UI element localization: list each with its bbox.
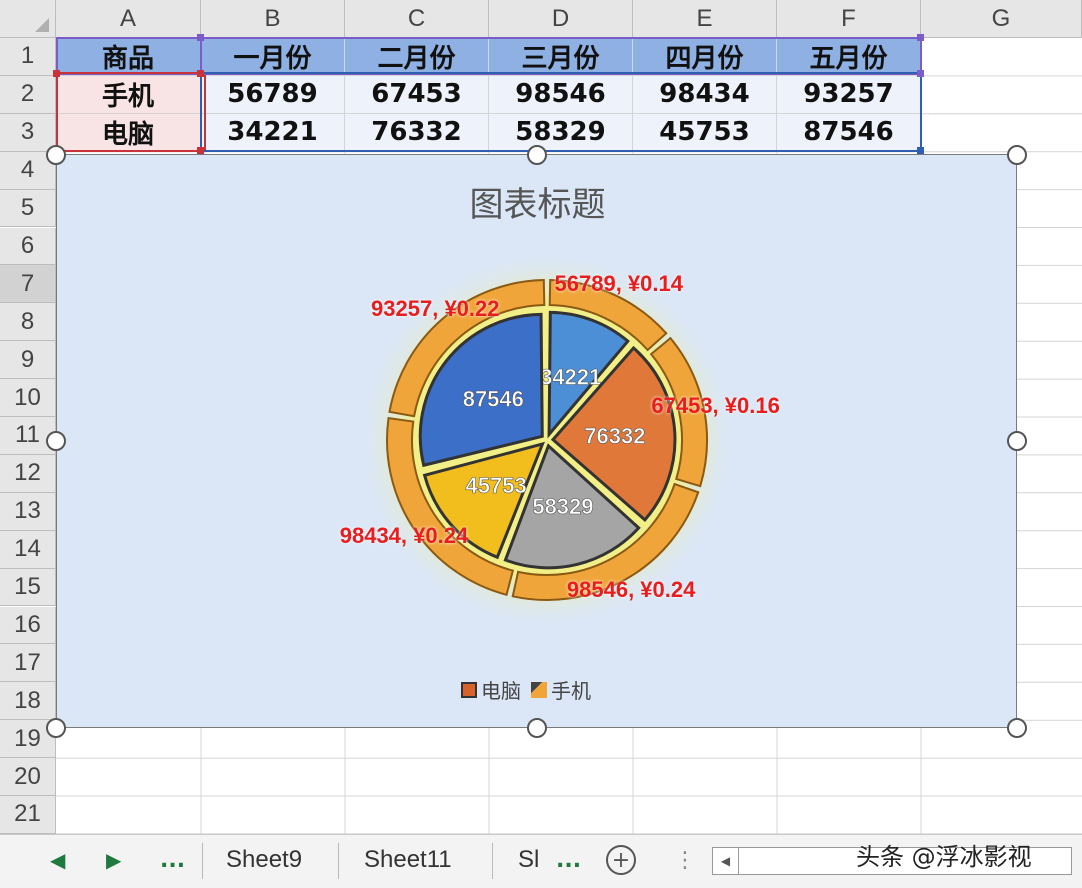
tab-divider [492,843,493,879]
watermark-text: 头条 @浮冰影视 [856,843,1032,871]
data-cell[interactable]: 手机 [56,75,201,114]
tab-divider [338,843,339,879]
legend-item-computer[interactable]: 电脑 [461,675,521,704]
outer-data-label[interactable]: 98434, ¥0.24 [340,523,468,549]
range-handle[interactable] [197,147,204,154]
data-cell[interactable]: 电脑 [56,113,201,152]
legend-label-computer: 电脑 [481,679,521,703]
data-cell[interactable]: 56789 [201,75,345,114]
header-cell[interactable]: 一月份 [201,38,345,76]
chart-resize-handle-left[interactable] [46,431,66,451]
range-handle[interactable] [917,70,924,77]
data-cell[interactable]: 98546 [489,75,633,114]
inner-data-label[interactable]: 76332 [584,423,646,449]
data-cell[interactable]: 34221 [201,113,345,152]
data-cell[interactable]: 45753 [633,113,777,152]
tab-divider [202,843,203,879]
range-handle[interactable] [53,70,60,77]
inner-data-label[interactable]: 58329 [532,494,594,520]
header-cell[interactable]: 二月份 [345,38,489,76]
range-handle[interactable] [197,34,204,41]
add-sheet-button[interactable]: + [606,845,636,875]
sheet-tab-bar: ◀ ▶ ... Sheet9 Sheet11 Sl ... + ⋮ ◀ 头条 @… [0,834,1082,888]
data-cell[interactable]: 93257 [777,75,921,114]
chart-resize-handle-br[interactable] [1007,718,1027,738]
sheet-tab-sheet9[interactable]: Sheet9 [226,835,302,885]
range-handle[interactable] [917,147,924,154]
chart-resize-handle-tl[interactable] [46,145,66,165]
data-cell[interactable]: 87546 [777,113,921,152]
chart-resize-handle-bottom[interactable] [527,718,547,738]
prev-sheet-button[interactable]: ◀ [50,835,65,885]
header-cell[interactable]: 四月份 [633,38,777,76]
chart-resize-handle-right[interactable] [1007,431,1027,451]
sheet-tab-truncated[interactable]: Sl [518,835,539,885]
outer-data-label[interactable]: 67453, ¥0.16 [651,393,779,419]
data-cell[interactable]: 98434 [633,75,777,114]
scroll-left-icon[interactable]: ◀ [713,848,739,874]
more-sheets-left[interactable]: ... [160,835,185,885]
splitter-handle-icon[interactable]: ⋮ [674,835,696,885]
header-cell[interactable]: 五月份 [777,38,921,76]
more-sheets-right[interactable]: ... [556,835,581,885]
data-cell[interactable]: 67453 [345,75,489,114]
header-cell[interactable]: 三月份 [489,38,633,76]
range-handle[interactable] [917,34,924,41]
legend-swatch-computer [461,681,477,698]
range-handle[interactable] [197,70,204,77]
chart-legend[interactable]: 电脑 手机 [461,675,591,704]
chart-resize-handle-top[interactable] [527,145,547,165]
legend-swatch-phone [531,681,547,698]
outer-data-label[interactable]: 56789, ¥0.14 [555,271,683,297]
header-cell[interactable]: 商品 [56,38,201,76]
chart-resize-handle-bl[interactable] [46,718,66,738]
chart-area[interactable]: 图表标题 34221 76332 58329 45753 87546 电脑 手机 567… [56,154,1017,728]
inner-data-label[interactable]: 45753 [465,473,527,499]
chart-title[interactable]: 图表标题 [57,177,1018,226]
chart-resize-handle-tr[interactable] [1007,145,1027,165]
outer-data-label[interactable]: 98546, ¥0.24 [567,577,695,603]
sheet-tab-sheet11[interactable]: Sheet11 [364,835,452,885]
next-sheet-button[interactable]: ▶ [106,835,121,885]
legend-label-phone: 手机 [551,679,591,703]
data-cell[interactable]: 58329 [489,113,633,152]
data-cell[interactable]: 76332 [345,113,489,152]
outer-data-label[interactable]: 93257, ¥0.22 [371,296,499,322]
inner-data-label[interactable]: 87546 [462,386,524,412]
inner-data-label[interactable]: 34221 [540,364,602,390]
legend-item-phone[interactable]: 手机 [531,675,591,704]
